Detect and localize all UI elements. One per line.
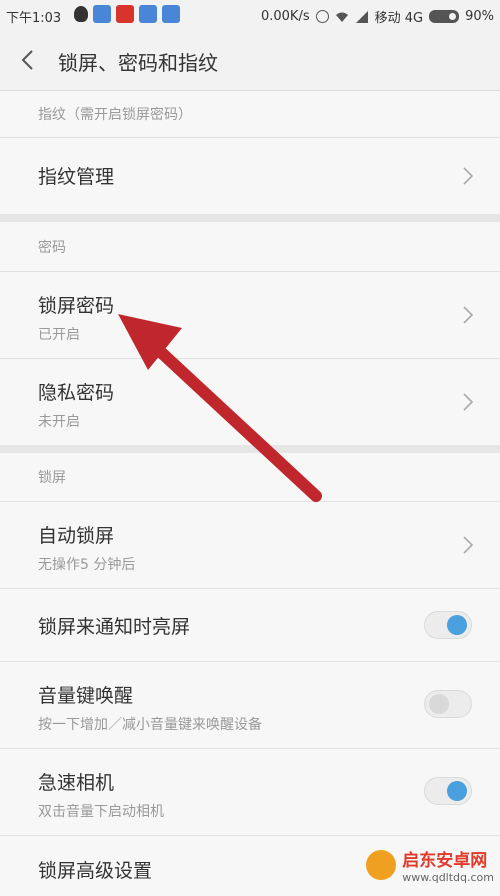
item-title: 锁屏密码 xyxy=(38,295,115,317)
chevron-right-icon xyxy=(463,306,474,324)
item-subtitle: 无操作5 分钟后 xyxy=(38,557,136,573)
qq-icon xyxy=(74,6,88,22)
toggle-knob xyxy=(447,781,467,801)
app-header: 锁屏、密码和指纹 xyxy=(0,30,500,91)
alarm-icon xyxy=(315,10,329,23)
carrier-label: 移动 4G xyxy=(374,11,424,26)
item-title: 隐私密码 xyxy=(38,382,115,404)
list-item-quick-camera[interactable]: 急速相机 双击音量下启动相机 xyxy=(0,748,500,835)
section-header-lockscreen: 锁屏 xyxy=(0,453,500,501)
section-divider xyxy=(0,214,500,222)
chevron-right-icon xyxy=(463,536,474,554)
notification-icons xyxy=(74,5,180,23)
toggle-knob xyxy=(447,615,467,635)
status-right: 0.00K/s 移动 4G 90% xyxy=(261,7,494,26)
page-title: 锁屏、密码和指纹 xyxy=(58,51,218,75)
volume-wake-toggle[interactable] xyxy=(424,690,472,718)
status-bar: 下午1:03 0.00K/s 移动 4G 90% xyxy=(0,0,500,30)
watermark: 启东安卓网 www.qdltdq.com xyxy=(366,846,494,884)
list-item-notify-wake[interactable]: 锁屏来通知时亮屏 xyxy=(0,588,500,661)
item-subtitle: 双击音量下启动相机 xyxy=(38,804,164,820)
list-item-lock-password[interactable]: 锁屏密码 已开启 xyxy=(0,271,500,358)
notify-wake-toggle[interactable] xyxy=(424,611,472,639)
battery-percent: 90% xyxy=(465,9,494,24)
section-divider xyxy=(0,445,500,453)
quick-camera-toggle[interactable] xyxy=(424,777,472,805)
chevron-right-icon xyxy=(463,167,474,185)
network-speed: 0.00K/s xyxy=(260,9,310,24)
wifi-icon xyxy=(335,12,348,22)
watermark-url: www.qdltdq.com xyxy=(402,871,494,884)
watermark-logo-icon xyxy=(366,850,397,880)
status-time: 下午1:03 xyxy=(6,11,62,26)
settings-list: 指纹（需开启锁屏密码） 指纹管理 密码 锁屏密码 已开启 隐私密码 未开启 锁屏… xyxy=(0,91,500,896)
chevron-left-icon[interactable] xyxy=(14,46,42,74)
app-red-icon xyxy=(116,5,134,23)
section-header-password: 密码 xyxy=(0,222,500,271)
list-item-auto-lock[interactable]: 自动锁屏 无操作5 分钟后 xyxy=(0,501,500,588)
section-header-fingerprint: 指纹（需开启锁屏密码） xyxy=(0,91,500,137)
signal-icon xyxy=(355,10,368,23)
item-title: 指纹管理 xyxy=(38,166,115,188)
item-title: 自动锁屏 xyxy=(38,525,115,547)
app-blue-icon xyxy=(139,5,157,23)
item-subtitle: 已开启 xyxy=(38,327,80,343)
app-blue-icon xyxy=(162,5,180,23)
item-subtitle: 按一下增加／减小音量键来唤醒设备 xyxy=(38,717,262,733)
chevron-right-icon xyxy=(463,393,474,411)
toggle-knob xyxy=(429,694,449,714)
battery-icon xyxy=(429,10,460,23)
list-item-fingerprint-manage[interactable]: 指纹管理 xyxy=(0,137,500,214)
item-subtitle: 未开启 xyxy=(38,414,80,430)
list-item-privacy-password[interactable]: 隐私密码 未开启 xyxy=(0,358,500,445)
list-item-volume-wake[interactable]: 音量键唤醒 按一下增加／减小音量键来唤醒设备 xyxy=(0,661,500,748)
app-blue-icon xyxy=(93,5,111,23)
watermark-name: 启东安卓网 xyxy=(402,851,488,871)
